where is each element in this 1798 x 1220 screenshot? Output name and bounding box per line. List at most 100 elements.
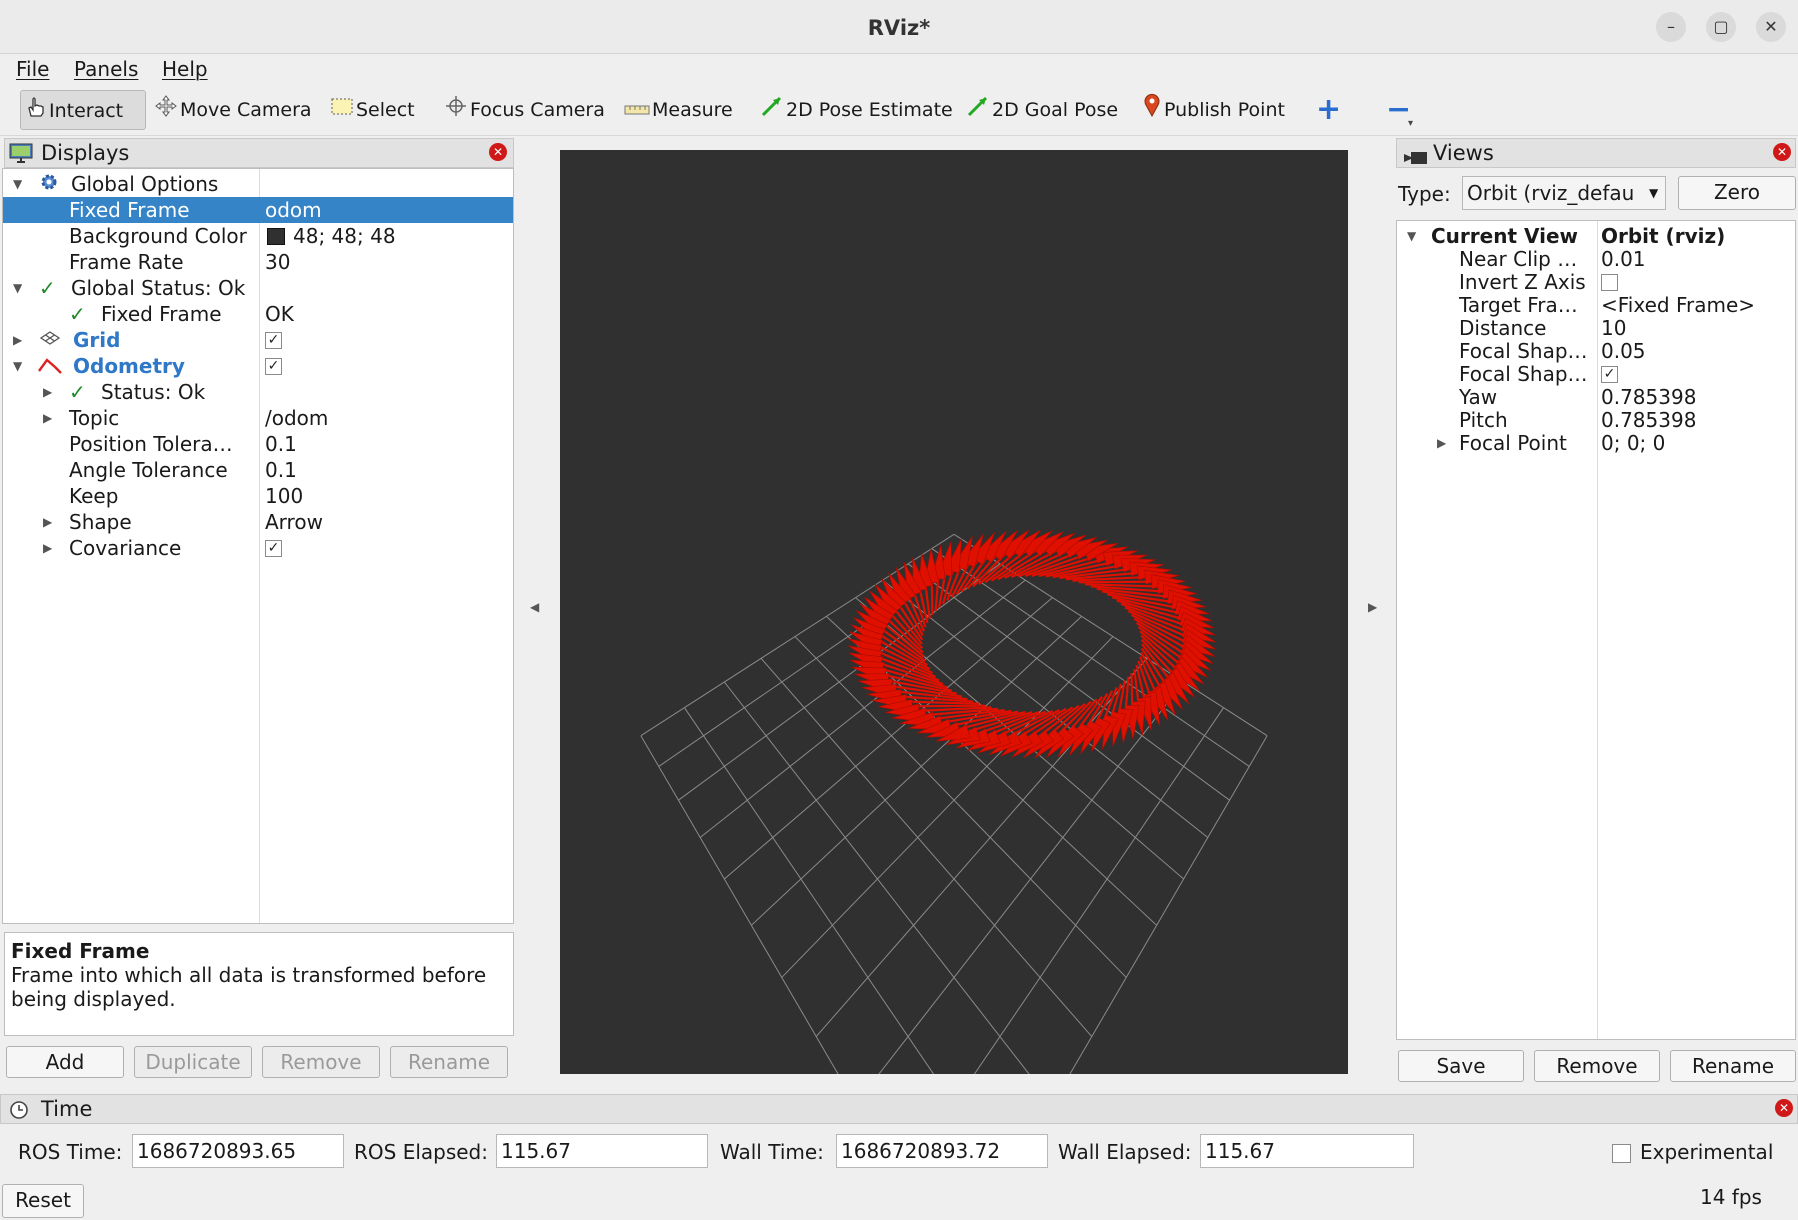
tree-row-odometry[interactable]: ▼ Odometry ✓: [3, 353, 513, 379]
wall-time-field[interactable]: 1686720893.72: [836, 1134, 1048, 1168]
wall-time-label: Wall Time:: [720, 1140, 824, 1164]
maximize-icon[interactable]: ▢: [1706, 12, 1736, 42]
frame-rate-value[interactable]: 30: [265, 249, 290, 275]
tree-row-grid[interactable]: ▶ Grid ✓: [3, 327, 513, 353]
arrow-shaft: [1130, 673, 1134, 706]
time-title: Time: [41, 1097, 93, 1121]
collapse-arrow-icon[interactable]: ▶: [43, 405, 52, 431]
tree-row-global-status[interactable]: ▼ ✓ Global Status: Ok: [3, 275, 513, 301]
zero-button[interactable]: Zero: [1678, 176, 1796, 210]
close-time-icon[interactable]: ✕: [1775, 1099, 1793, 1117]
focal-shape-fixed-checkbox[interactable]: ✓: [1601, 366, 1618, 383]
expand-arrow-icon[interactable]: ▼: [13, 353, 22, 379]
view-type-value: Orbit (rviz_defau: [1467, 181, 1635, 205]
remove-view-button[interactable]: Remove: [1534, 1050, 1660, 1082]
description-text: Frame into which all data is transformed…: [11, 963, 487, 1011]
ros-elapsed-field[interactable]: 115.67: [496, 1134, 708, 1168]
background-color-value[interactable]: 48; 48; 48: [293, 223, 396, 249]
tree-row-background-color[interactable]: Background Color 48; 48; 48: [3, 223, 513, 249]
expand-arrow-icon[interactable]: ▼: [13, 275, 22, 301]
goal-pose-tool[interactable]: 2D Goal Pose: [962, 90, 1118, 130]
tree-row-frame-rate[interactable]: Frame Rate 30: [3, 249, 513, 275]
tree-row-fixed-frame-selected[interactable]: Fixed Frame odom: [3, 197, 513, 223]
arrow-shaft: [930, 582, 934, 615]
menu-panels[interactable]: Panels: [74, 54, 138, 84]
frame-rate-label: Frame Rate: [69, 250, 184, 274]
map-pin-icon: [1142, 91, 1162, 131]
minimize-icon[interactable]: –: [1656, 12, 1686, 42]
grid-enabled-checkbox[interactable]: ✓: [265, 332, 282, 349]
collapse-arrow-icon[interactable]: ▶: [43, 509, 52, 535]
angle-tolerance-value[interactable]: 0.1: [265, 457, 297, 483]
odometry-label: Odometry: [73, 354, 185, 378]
topic-value[interactable]: /odom: [265, 405, 328, 431]
focal-point-value[interactable]: 0; 0; 0: [1601, 430, 1665, 456]
expand-arrow-icon[interactable]: ▼: [13, 171, 22, 197]
views-header: Views ✕: [1396, 138, 1796, 168]
odometry-enabled-checkbox[interactable]: ✓: [265, 358, 282, 375]
collapse-right-icon[interactable]: ▶: [1368, 600, 1377, 614]
fps-indicator: 14 fps: [1700, 1185, 1762, 1209]
select-tool[interactable]: Select: [326, 90, 426, 130]
focus-camera-icon: [444, 91, 468, 131]
background-color-label: Background Color: [69, 224, 247, 248]
reset-button[interactable]: Reset: [2, 1184, 84, 1218]
publish-point-tool[interactable]: Publish Point: [1138, 90, 1288, 130]
view-type-select[interactable]: Orbit (rviz_defau ▼: [1462, 176, 1666, 210]
fixed-frame-value[interactable]: odom: [265, 197, 322, 223]
save-view-button[interactable]: Save: [1398, 1050, 1524, 1082]
tree-row-position-tolerance[interactable]: Position Tolera… 0.1: [3, 431, 513, 457]
covariance-checkbox[interactable]: ✓: [265, 540, 282, 557]
ground-grid: [640, 533, 1268, 1074]
focal-point-label: Focal Point: [1459, 431, 1567, 455]
close-views-icon[interactable]: ✕: [1773, 143, 1791, 161]
tree-row-focal-point[interactable]: ▶ Focal Point 0; 0; 0: [1397, 430, 1795, 456]
duplicate-display-button[interactable]: Duplicate: [134, 1046, 252, 1078]
close-displays-icon[interactable]: ✕: [489, 143, 507, 161]
experimental-checkbox[interactable]: [1612, 1144, 1631, 1163]
add-tool-button[interactable]: +: [1312, 90, 1342, 130]
keep-value[interactable]: 100: [265, 483, 303, 509]
status-ok-check-icon: ✓: [69, 380, 86, 404]
tree-row-keep[interactable]: Keep 100: [3, 483, 513, 509]
ros-time-field[interactable]: 1686720893.65: [132, 1134, 344, 1168]
shape-value[interactable]: Arrow: [265, 509, 323, 535]
move-camera-tool[interactable]: Move Camera: [150, 90, 312, 130]
tree-row-covariance[interactable]: ▶ Covariance ✓: [3, 535, 513, 561]
arrow-shaft: [912, 704, 986, 708]
pose-estimate-tool[interactable]: 2D Pose Estimate: [756, 90, 953, 130]
color-swatch[interactable]: [267, 228, 285, 245]
render-viewport[interactable]: [560, 150, 1348, 1074]
remove-display-button[interactable]: Remove: [262, 1046, 380, 1078]
rename-view-button[interactable]: Rename: [1670, 1050, 1796, 1082]
collapse-arrow-icon[interactable]: ▶: [1437, 430, 1446, 456]
collapse-arrow-icon[interactable]: ▶: [43, 535, 52, 561]
tree-row-status-fixed-frame[interactable]: ✓ Fixed Frame OK: [3, 301, 513, 327]
position-tolerance-value[interactable]: 0.1: [265, 431, 297, 457]
interact-tool[interactable]: Interact: [20, 90, 146, 130]
menu-file[interactable]: File: [16, 54, 49, 84]
tree-row-angle-tolerance[interactable]: Angle Tolerance 0.1: [3, 457, 513, 483]
focus-camera-tool[interactable]: Focus Camera: [440, 90, 605, 131]
3d-scene: [640, 529, 1268, 1074]
tree-row-global-options[interactable]: ▼ Global Options: [3, 171, 513, 197]
collapse-arrow-icon[interactable]: ▶: [43, 379, 52, 405]
menu-help[interactable]: Help: [162, 54, 208, 84]
collapse-left-icon[interactable]: ◀: [530, 600, 539, 614]
property-description: Fixed Frame Frame into which all data is…: [4, 932, 514, 1036]
close-icon[interactable]: ✕: [1756, 12, 1786, 42]
remove-tool-button[interactable]: −: [1382, 90, 1422, 130]
measure-tool[interactable]: Measure: [620, 90, 733, 130]
collapse-arrow-icon[interactable]: ▶: [13, 327, 22, 353]
clock-icon: [9, 1099, 29, 1127]
experimental-label: Experimental: [1640, 1140, 1774, 1164]
toolbar-dropdown-icon[interactable]: ▾: [1408, 118, 1413, 129]
wall-elapsed-field[interactable]: 115.67: [1200, 1134, 1414, 1168]
tree-row-odometry-status[interactable]: ▶ ✓ Status: Ok: [3, 379, 513, 405]
fixed-frame-label: Fixed Frame: [69, 198, 190, 222]
tree-row-topic[interactable]: ▶ Topic /odom: [3, 405, 513, 431]
invert-z-checkbox[interactable]: [1601, 274, 1618, 291]
tree-row-shape[interactable]: ▶ Shape Arrow: [3, 509, 513, 535]
rename-display-button[interactable]: Rename: [390, 1046, 508, 1078]
add-display-button[interactable]: Add: [6, 1046, 124, 1078]
